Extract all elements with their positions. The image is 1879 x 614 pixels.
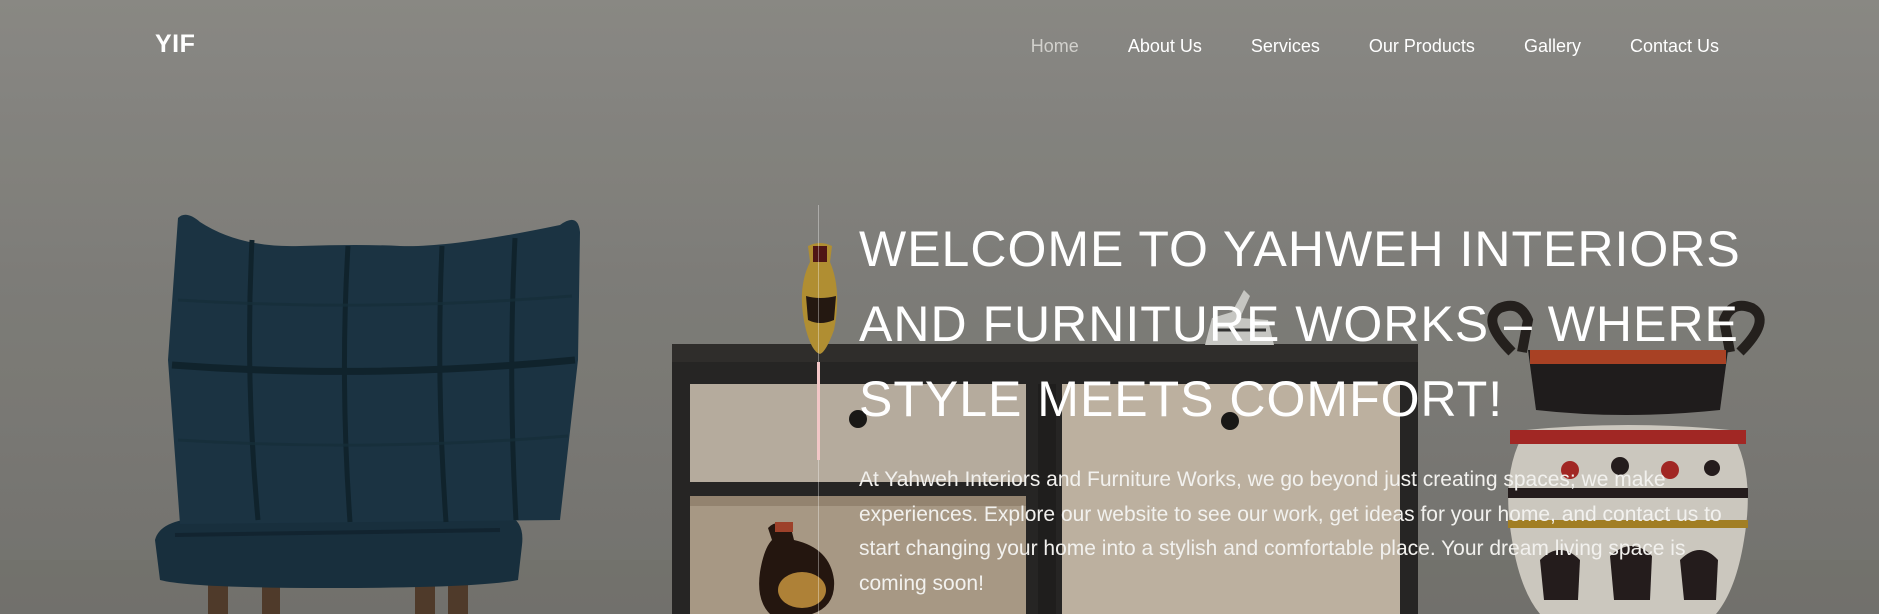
nav-link-gallery[interactable]: Gallery xyxy=(1524,36,1581,57)
hero-section: YIF Home About Us Services Our Products … xyxy=(0,0,1879,614)
nav-link-contact-us[interactable]: Contact Us xyxy=(1630,36,1719,57)
hero-headline: WELCOME TO YAHWEH INTERIORS AND FURNITUR… xyxy=(859,221,1741,427)
nav-link-about-us[interactable]: About Us xyxy=(1128,36,1202,57)
site-logo[interactable]: YIF xyxy=(155,30,195,59)
hero-intro-text: At Yahweh Interiors and Furniture Works,… xyxy=(859,468,1722,595)
nav-link-home[interactable]: Home xyxy=(1031,36,1079,57)
nav-link-services[interactable]: Services xyxy=(1251,36,1320,57)
main-navigation: Home About Us Services Our Products Gall… xyxy=(982,36,1719,57)
nav-link-our-products[interactable]: Our Products xyxy=(1369,36,1475,57)
divider-accent xyxy=(817,362,820,460)
